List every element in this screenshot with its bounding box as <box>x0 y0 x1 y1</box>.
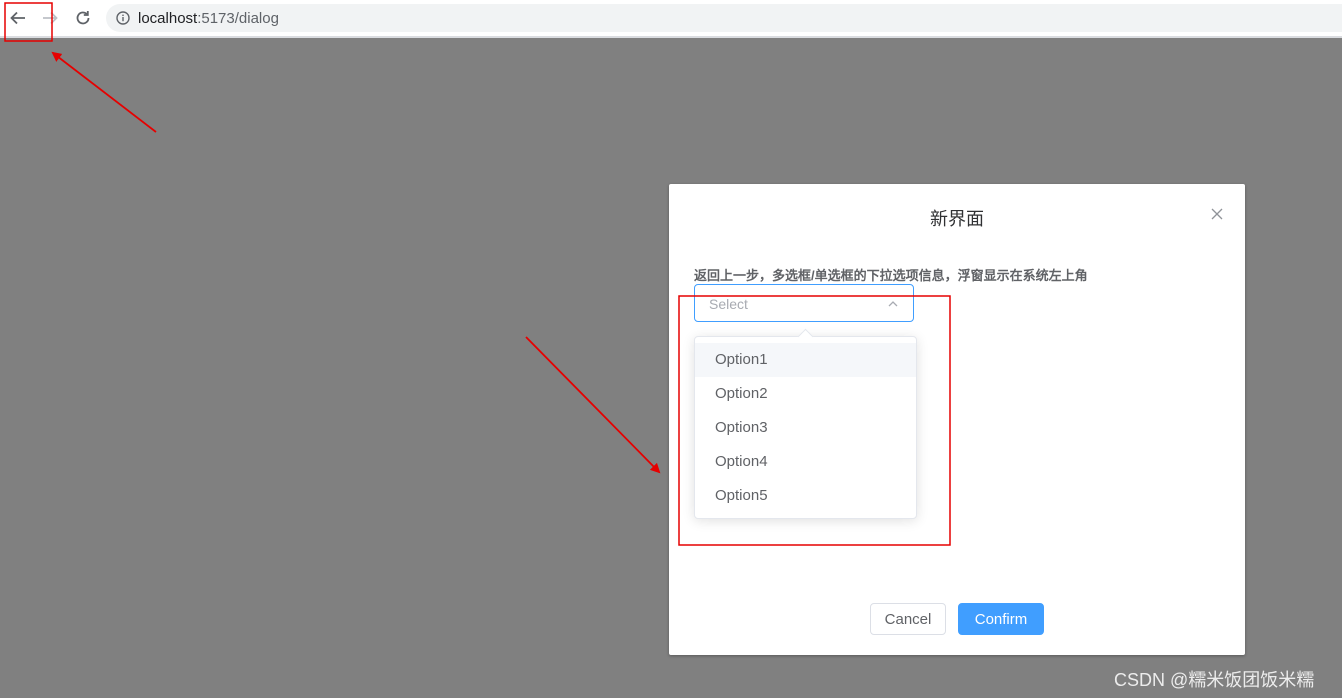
option-select[interactable]: Select <box>694 284 914 322</box>
option-item[interactable]: Option2 <box>695 377 916 411</box>
dialog-close-button[interactable] <box>1209 206 1225 222</box>
reload-button[interactable] <box>71 6 95 30</box>
toolbar-divider <box>0 36 1342 38</box>
reload-icon <box>76 11 90 25</box>
cancel-button[interactable]: Cancel <box>870 603 946 635</box>
dropdown-caret <box>797 328 814 345</box>
address-bar[interactable]: localhost:5173/dialog <box>106 4 1342 32</box>
option-item[interactable]: Option1 <box>695 343 916 377</box>
chevron-up-icon <box>887 298 899 310</box>
back-button[interactable] <box>6 6 30 30</box>
dialog-title: 新界面 <box>930 209 984 229</box>
forward-button[interactable] <box>38 6 62 30</box>
annotation-arrow-back <box>51 51 157 133</box>
option-item[interactable]: Option3 <box>695 411 916 445</box>
url-path: :5173/dialog <box>197 9 279 27</box>
field-label: 返回上一步，多选框/单选框的下拉选项信息，浮窗显示在系统左上角 <box>694 268 1088 283</box>
option-item[interactable]: Option5 <box>695 479 916 513</box>
annotation-arrow-dropdown <box>525 336 661 474</box>
option-list: Option1 Option2 Option3 Option4 Option5 <box>695 343 916 513</box>
watermark: CSDN @糯米饭团饭米糯 <box>1114 670 1315 690</box>
select-placeholder: Select <box>709 296 748 312</box>
select-dropdown: Option1 Option2 Option3 Option4 Option5 <box>694 328 917 519</box>
confirm-button[interactable]: Confirm <box>958 603 1044 635</box>
arrow-right-icon <box>43 11 58 25</box>
url-host: localhost <box>138 9 198 27</box>
option-item[interactable]: Option4 <box>695 445 916 479</box>
close-icon <box>1211 208 1223 220</box>
browser-toolbar: localhost:5173/dialog <box>0 0 1342 36</box>
arrow-left-icon <box>10 11 25 25</box>
info-icon[interactable] <box>116 11 130 25</box>
dialog: 新界面 返回上一步，多选框/单选框的下拉选项信息，浮窗显示在系统左上角 Sele… <box>669 184 1245 655</box>
